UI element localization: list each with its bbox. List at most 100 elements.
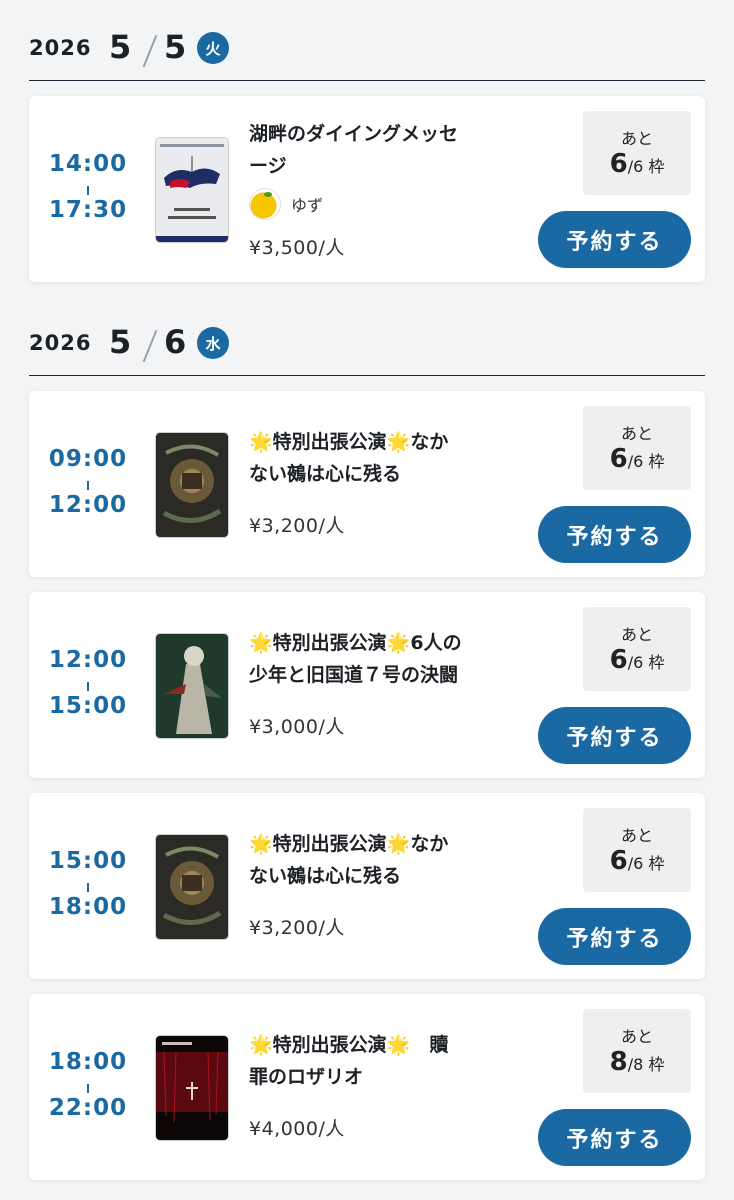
end-time: 22:00 <box>48 1095 128 1121</box>
yuzu-avatar-icon <box>249 188 281 220</box>
event-title-line1: 🌟特別出張公演🌟6人の <box>249 627 511 659</box>
title-part: なか <box>410 431 449 453</box>
event-title-line1: 湖畔のダイイングメッセ <box>249 123 459 145</box>
title-part: なか <box>410 833 449 855</box>
star-icon: 🌟 <box>386 1034 411 1056</box>
event-poster[interactable] <box>155 432 229 538</box>
poster-image <box>156 138 228 242</box>
event-poster[interactable] <box>155 633 229 739</box>
date-header-may-6: 2026 5 6 水 <box>29 297 705 376</box>
remaining-slots: あと 6/6 枠 <box>583 111 691 195</box>
star-icon: 🌟 <box>386 632 411 654</box>
remaining-count: 8/8 枠 <box>583 1047 691 1077</box>
remaining-slots: あと 8/8 枠 <box>583 1009 691 1093</box>
event-card: 14:00 17:30 湖畔のダイイングメッセ ージ ゆず ¥3,500/人 あ… <box>29 96 705 282</box>
date-slash <box>141 329 143 363</box>
remaining-number: 6 <box>609 149 628 179</box>
remaining-slots: あと 6/6 枠 <box>583 808 691 892</box>
event-title-line2: ージ <box>249 155 287 177</box>
date-slash <box>141 34 143 68</box>
event-price: ¥3,500/人 <box>249 237 345 259</box>
capacity: /6 枠 <box>627 452 665 471</box>
title-part: 6人の <box>410 632 462 654</box>
star-icon: 🌟 <box>386 431 411 453</box>
date-year: 2026 <box>29 36 92 60</box>
remaining-number: 6 <box>609 645 628 675</box>
remaining-number: 6 <box>609 444 628 474</box>
event-poster[interactable] <box>155 834 229 940</box>
event-title-line1: 🌟特別出張公演🌟 贖 <box>249 1029 511 1061</box>
reserve-button[interactable]: 予約する <box>538 211 691 268</box>
time-separator <box>87 682 89 691</box>
event-card: 12:00 15:00 🌟特別出張公演🌟6人の 少年と旧国道７号の決闘 ¥3,0… <box>29 592 705 778</box>
event-title[interactable]: 🌟特別出張公演🌟なか ない鵺は心に残る <box>249 828 511 892</box>
reserve-button[interactable]: 予約する <box>538 1109 691 1166</box>
event-card: 18:00 22:00 🌟特別出張公演🌟 贖 罪のロザリオ ¥4,000/人 あ… <box>29 994 705 1180</box>
reserve-button[interactable]: 予約する <box>538 707 691 764</box>
event-title[interactable]: 🌟特別出張公演🌟 贖 罪のロザリオ <box>249 1029 511 1093</box>
event-price: ¥4,000/人 <box>249 1118 345 1140</box>
reserve-button[interactable]: 予約する <box>538 908 691 965</box>
star-icon: 🌟 <box>249 1034 273 1056</box>
reserve-button[interactable]: 予約する <box>538 506 691 563</box>
date-month: 5 <box>109 323 132 361</box>
event-title-line1: 🌟特別出張公演🌟なか <box>249 426 511 458</box>
remaining-number: 6 <box>609 846 628 876</box>
event-title-line2: ない鵺は心に残る <box>249 463 402 485</box>
date-header-may-5: 2026 5 5 火 <box>29 0 705 81</box>
capacity: /6 枠 <box>627 653 665 672</box>
capacity: /6 枠 <box>627 157 665 176</box>
event-title[interactable]: 🌟特別出張公演🌟6人の 少年と旧国道７号の決闘 <box>249 627 511 691</box>
event-price: ¥3,200/人 <box>249 515 345 537</box>
event-author: ゆず <box>249 188 323 220</box>
event-title[interactable]: 湖畔のダイイングメッセ ージ <box>249 118 511 182</box>
remaining-label: あと <box>620 1027 653 1046</box>
star-icon: 🌟 <box>249 833 273 855</box>
end-time: 12:00 <box>48 492 128 518</box>
event-poster[interactable] <box>155 1035 229 1141</box>
capacity: /8 枠 <box>627 1055 665 1074</box>
remaining-label: あと <box>620 826 653 845</box>
remaining-slots: あと 6/6 枠 <box>583 406 691 490</box>
time-separator <box>87 481 89 490</box>
author-name: ゆず <box>291 196 324 215</box>
end-time: 17:30 <box>48 197 128 223</box>
event-title-line1: 🌟特別出張公演🌟なか <box>249 828 511 860</box>
remaining-slots: あと 6/6 枠 <box>583 607 691 691</box>
remaining-number: 8 <box>609 1047 628 1077</box>
date-year: 2026 <box>29 331 92 355</box>
title-part: 特別出張公演 <box>272 431 387 453</box>
star-icon: 🌟 <box>249 431 273 453</box>
weekday-badge: 火 <box>197 32 229 64</box>
poster-image <box>156 433 228 537</box>
event-poster[interactable] <box>155 137 229 243</box>
poster-image <box>156 1036 228 1140</box>
event-title-line2: 少年と旧国道７号の決闘 <box>249 664 459 686</box>
time-separator <box>87 1084 89 1093</box>
start-time: 14:00 <box>48 151 128 177</box>
remaining-count: 6/6 枠 <box>583 444 691 474</box>
event-card: 09:00 12:00 🌟特別出張公演🌟なか ない鵺は心に残る ¥3,200/人… <box>29 391 705 577</box>
end-time: 18:00 <box>48 894 128 920</box>
remaining-label: あと <box>620 129 653 148</box>
time-separator <box>87 883 89 892</box>
date-day: 5 <box>164 28 187 66</box>
remaining-label: あと <box>620 424 653 443</box>
time-separator <box>87 186 89 195</box>
poster-image <box>156 835 228 939</box>
remaining-label: あと <box>620 625 653 644</box>
title-part: 特別出張公演 <box>272 833 387 855</box>
title-part: 特別出張公演 <box>272 1034 387 1056</box>
start-time: 12:00 <box>48 647 128 673</box>
start-time: 18:00 <box>48 1049 128 1075</box>
title-part: 贖 <box>410 1034 449 1056</box>
event-title[interactable]: 🌟特別出張公演🌟なか ない鵺は心に残る <box>249 426 511 490</box>
star-icon: 🌟 <box>386 833 411 855</box>
event-card: 15:00 18:00 🌟特別出張公演🌟なか ない鵺は心に残る ¥3,200/人… <box>29 793 705 979</box>
weekday-badge: 水 <box>197 327 229 359</box>
title-part: 特別出張公演 <box>272 632 387 654</box>
event-title-line2: 罪のロザリオ <box>249 1066 364 1088</box>
start-time: 09:00 <box>48 446 128 472</box>
end-time: 15:00 <box>48 693 128 719</box>
date-day: 6 <box>164 323 187 361</box>
